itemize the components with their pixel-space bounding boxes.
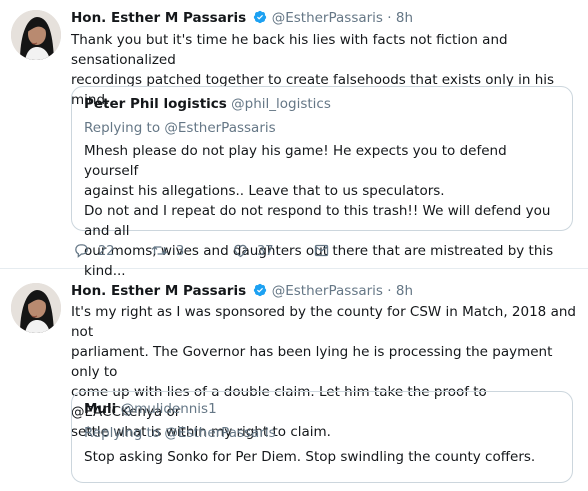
verified-badge-icon (254, 10, 267, 24)
quoted-author-handle: @phil_logistics (231, 96, 331, 112)
tweet-header: Hon. Esther M Passaris @EstherPassaris ·… (71, 8, 413, 28)
reply-button[interactable]: 22 (73, 242, 115, 262)
quoted-tweet-header: Muli @mulidennis1 (84, 399, 217, 419)
quoted-tweet-text: Stop asking Sonko for Per Diem. Stop swi… (84, 447, 562, 467)
tweet-text-line: Thank you but it's time he back his lies… (71, 32, 508, 68)
author-handle[interactable]: @EstherPassaris (272, 10, 383, 26)
tweet-header: Hon. Esther M Passaris @EstherPassaris ·… (71, 281, 413, 301)
replying-to: Replying to @EstherPassaris (84, 120, 276, 136)
message-icon (314, 244, 329, 257)
quoted-text-line: Stop asking Sonko for Per Diem. Stop swi… (84, 449, 536, 465)
replying-to: Replying to @EstherPassaris (84, 425, 276, 441)
reply-count: 22 (98, 244, 115, 259)
reply-icon (75, 244, 88, 258)
tweet-text-line: parliament. The Governor has been lying … (71, 344, 553, 380)
retweet-count: 3 (176, 244, 185, 259)
tweet-text-line: It's my right as I was sponsored by the … (71, 304, 576, 340)
retweet-icon (151, 246, 168, 255)
quoted-text-line: Mhesh please do not play his game! He ex… (84, 143, 507, 179)
quoted-text-line: against his allegations.. Leave that to … (84, 183, 445, 199)
quoted-author-name: Muli (84, 401, 117, 417)
quoted-tweet-header: Peter Phil logistics @phil_logistics (84, 94, 331, 114)
like-count: 37 (257, 244, 274, 259)
quoted-text-line: Do not and I repeat do not respond to th… (84, 203, 551, 239)
verified-badge-icon (254, 283, 267, 297)
quoted-author-name: Peter Phil logistics (84, 96, 227, 112)
avatar[interactable] (11, 283, 61, 333)
quoted-tweet[interactable]: Muli @mulidennis1 Replying to @EstherPas… (71, 391, 573, 483)
author-name[interactable]: Hon. Esther M Passaris (71, 283, 246, 299)
tweet[interactable]: Hon. Esther M Passaris @EstherPassaris ·… (0, 0, 588, 279)
author-name[interactable]: Hon. Esther M Passaris (71, 10, 246, 26)
direct-message-button[interactable] (313, 242, 330, 262)
tweet[interactable]: Hon. Esther M Passaris @EstherPassaris ·… (0, 269, 588, 491)
timestamp[interactable]: 8h (396, 283, 413, 299)
avatar[interactable] (11, 10, 61, 60)
timestamp[interactable]: 8h (396, 10, 413, 26)
meta-separator: · (387, 10, 392, 26)
meta-separator: · (387, 283, 392, 299)
author-handle[interactable]: @EstherPassaris (272, 283, 383, 299)
quoted-tweet[interactable]: Peter Phil logistics @phil_logistics Rep… (71, 86, 573, 279)
quoted-author-handle: @mulidennis1 (120, 401, 217, 417)
retweet-button[interactable]: 3 (151, 242, 184, 262)
like-icon (234, 244, 247, 258)
like-button[interactable]: 37 (232, 242, 274, 262)
